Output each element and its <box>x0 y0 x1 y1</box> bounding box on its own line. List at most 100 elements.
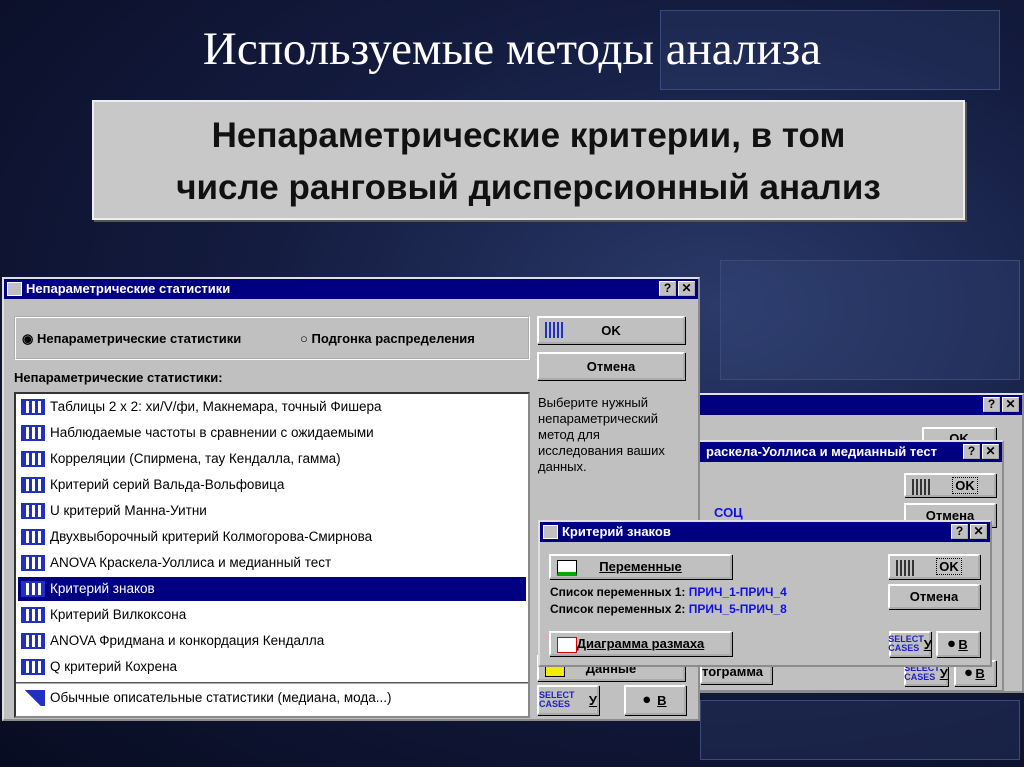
descriptive-icon <box>21 690 45 706</box>
weight-button[interactable]: ⏺ В <box>624 685 686 715</box>
boxplot-button[interactable]: Диаграмма размаха <box>549 631 732 656</box>
select-cases-icon: SELECT CASES <box>888 634 924 653</box>
close-button[interactable]: ✕ <box>982 444 999 459</box>
title-bar: раскела-Уоллиса и медианный тест ? ✕ <box>692 442 1002 462</box>
item-label: Критерий серий Вальда-Вольфовица <box>50 477 285 492</box>
close-button[interactable]: ✕ <box>678 281 695 296</box>
close-button[interactable]: ✕ <box>970 524 987 539</box>
item-label: Корреляции (Спирмена, тау Кендалла, гамм… <box>50 451 341 466</box>
weight-key: В <box>975 665 985 681</box>
binary-icon <box>21 659 45 675</box>
variables-icon <box>557 560 577 576</box>
list-item[interactable]: Обычные описательные статистики (медиана… <box>18 686 526 710</box>
divider <box>16 682 528 684</box>
table-icon <box>21 399 45 415</box>
ks-icon <box>21 529 45 545</box>
radio-label: Непараметрические статистики <box>36 331 242 346</box>
item-label: Критерий знаков <box>50 581 155 596</box>
app-icon <box>543 525 558 539</box>
list-item[interactable]: ANOVA Фридмана и конкордация Кендалла <box>18 629 526 653</box>
list-item[interactable]: U критерий Манна-Уитни <box>18 499 526 523</box>
list-item[interactable]: Q критерий Кохрена <box>18 655 526 679</box>
weight-key: В <box>958 636 968 652</box>
list1-value[interactable]: ПРИЧ_1-ПРИЧ_4 <box>689 585 787 599</box>
list-item[interactable]: Таблицы 2 x 2: хи/V/фи, Макнемара, точны… <box>18 395 526 419</box>
variable-value: СОЦ <box>714 505 743 520</box>
cancel-button[interactable]: Отмена <box>537 352 685 380</box>
spreadsheet-icon <box>896 560 916 576</box>
ok-label: OK <box>601 322 621 338</box>
item-label: Двухвыборочный критерий Колмогорова-Смир… <box>50 529 373 544</box>
list-item[interactable]: Двухвыборочный критерий Колмогорова-Смир… <box>18 525 526 549</box>
title-bar: ? ✕ <box>692 395 1022 415</box>
cancel-button[interactable]: Отмена <box>888 584 980 609</box>
item-label: Таблицы 2 x 2: хи/V/фи, Макнемара, точны… <box>50 399 382 414</box>
mode-radio-group: ◉ Непараметрические статистики ○ Подгонк… <box>14 316 530 360</box>
anova-icon <box>21 555 45 571</box>
help-button[interactable]: ? <box>951 524 968 539</box>
list-item[interactable]: Наблюдаемые частоты в сравнении с ожидае… <box>18 421 526 445</box>
select-key: У <box>939 665 948 681</box>
item-label: Критерий Вилкоксона <box>50 607 187 622</box>
select-cases-icon: SELECT CASES <box>539 690 575 709</box>
item-label: ANOVA Фридмана и конкордация Кендалла <box>50 633 325 648</box>
list-item[interactable]: Корреляции (Спирмена, тау Кендалла, гамм… <box>18 447 526 471</box>
dialog-title: Непараметрические статистики <box>26 281 231 296</box>
spreadsheet-icon <box>545 322 565 338</box>
select-cases-button[interactable]: SELECT CASES У <box>888 631 932 657</box>
select-key: У <box>923 636 932 652</box>
variables-label: Переменные <box>599 559 682 574</box>
radio-nonparametric[interactable]: ◉ Непараметрические статистики <box>22 331 241 347</box>
help-button[interactable]: ? <box>659 281 676 296</box>
method-list[interactable]: Таблицы 2 x 2: хи/V/фи, Макнемара, точны… <box>14 392 530 718</box>
subtitle-line-2: числе ранговый дисперсионный анализ <box>176 168 881 207</box>
item-label: U критерий Манна-Уитни <box>50 503 207 518</box>
dialog-title: раскела-Уоллиса и медианный тест <box>706 444 937 459</box>
friedman-icon <box>21 633 45 649</box>
ok-button[interactable]: OK <box>904 473 996 497</box>
list-item[interactable]: ANOVA Краскела-Уоллиса и медианный тест <box>18 551 526 575</box>
list-item[interactable]: Критерий серий Вальда-Вольфовица <box>18 473 526 497</box>
radio-distribution-fitting[interactable]: ○ Подгонка распределения <box>300 331 475 346</box>
slide-title: Используемые методы анализа <box>202 23 822 75</box>
title-bar: Критерий знаков ? ✕ <box>540 522 990 542</box>
runs-icon <box>21 477 45 493</box>
background-decor <box>700 700 1020 760</box>
frequency-icon <box>21 425 45 441</box>
subtitle-line-1: Непараметрические критерии, в том <box>211 116 846 155</box>
weight-icon: ⏺ <box>965 665 976 680</box>
radio-label: Подгонка распределения <box>311 331 475 346</box>
list-item[interactable]: Критерий Вилкоксона <box>18 603 526 627</box>
weight-icon: ⏺ <box>948 636 959 651</box>
help-text: Выберите нужный непараметрический метод … <box>538 395 665 474</box>
boxplot-icon <box>557 637 577 653</box>
title-bar: Непараметрические статистики ? ✕ <box>4 279 698 299</box>
correlation-icon <box>21 451 45 467</box>
list2-label: Список переменных 2: <box>550 602 686 616</box>
variable-list-1: Список переменных 1: ПРИЧ_1-ПРИЧ_4 <box>550 585 787 599</box>
ok-button[interactable]: OK <box>888 554 980 579</box>
weight-icon: ⏺ <box>643 692 658 707</box>
help-button[interactable]: ? <box>983 397 1000 412</box>
app-icon <box>7 282 22 296</box>
item-label: ANOVA Краскела-Уоллиса и медианный тест <box>50 555 332 570</box>
spreadsheet-icon <box>912 479 932 495</box>
list2-value[interactable]: ПРИЧ_5-ПРИЧ_8 <box>689 602 787 616</box>
item-label: Q критерий Кохрена <box>50 659 178 674</box>
help-button[interactable]: ? <box>963 444 980 459</box>
ok-button[interactable]: OK <box>537 316 685 344</box>
variables-button[interactable]: Переменные <box>549 554 732 579</box>
ok-label: OK <box>952 476 978 494</box>
list-label: Непараметрические статистики: <box>14 370 223 385</box>
sign-test-dialog: Критерий знаков ? ✕ Переменные Список пе… <box>538 520 992 667</box>
weight-button[interactable]: ⏺ В <box>936 631 980 657</box>
wilcoxon-icon <box>21 607 45 623</box>
variable-list-2: Список переменных 2: ПРИЧ_5-ПРИЧ_8 <box>550 602 787 616</box>
sign-test-icon <box>21 581 45 597</box>
background-decor <box>720 260 1020 380</box>
select-cases-button[interactable]: SELECT CASES У <box>537 685 599 715</box>
boxplot-label: Диаграмма размаха <box>576 636 705 651</box>
list-item-selected[interactable]: Критерий знаков <box>18 577 526 601</box>
close-button[interactable]: ✕ <box>1002 397 1019 412</box>
item-label: Обычные описательные статистики (медиана… <box>50 690 392 705</box>
